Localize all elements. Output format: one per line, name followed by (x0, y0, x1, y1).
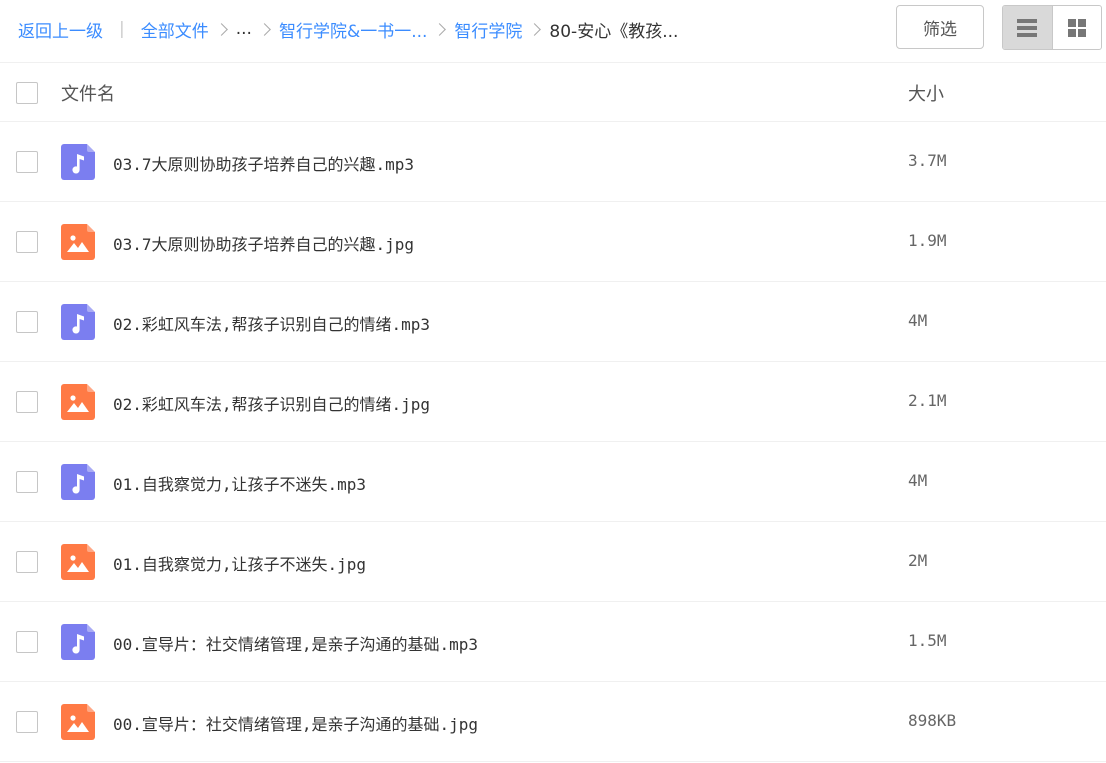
chevron-right-icon (214, 22, 228, 36)
file-size: 1.5M (908, 631, 947, 650)
table-row[interactable]: 01.自我察觉力,让孩子不迷失.mp3 4M (0, 442, 1106, 522)
breadcrumb-folder-1[interactable]: 智行学院&一书一... (279, 17, 427, 42)
row-checkbox[interactable] (16, 471, 38, 493)
audio-file-icon (61, 624, 95, 660)
file-size: 2.1M (908, 391, 947, 410)
table-row[interactable]: 02.彩虹风车法,帮孩子识别自己的情绪.jpg 2.1M (0, 362, 1106, 442)
audio-file-icon (61, 464, 95, 500)
row-checkbox[interactable] (16, 391, 38, 413)
file-name[interactable]: 03.7大原则协助孩子培养自己的兴趣.jpg (113, 231, 414, 255)
file-name[interactable]: 00.宣导片：社交情绪管理,是亲子沟通的基础.mp3 (113, 631, 478, 655)
breadcrumb-all-files[interactable]: 全部文件 (141, 17, 209, 42)
file-name[interactable]: 03.7大原则协助孩子培养自己的兴趣.mp3 (113, 151, 414, 175)
row-checkbox[interactable] (16, 231, 38, 253)
list-view-button[interactable] (1003, 6, 1053, 49)
breadcrumb: 返回上一级 | 全部文件 ... 智行学院&一书一... 智行学院 80-安心《… (18, 16, 678, 42)
file-name[interactable]: 00.宣导片：社交情绪管理,是亲子沟通的基础.jpg (113, 711, 478, 735)
list-view-icon (1017, 18, 1038, 37)
grid-view-button[interactable] (1053, 6, 1102, 49)
chevron-right-icon (258, 22, 271, 36)
row-checkbox[interactable] (16, 711, 38, 733)
chevron-right-icon (528, 22, 542, 36)
top-bar: 返回上一级 | 全部文件 ... 智行学院&一书一... 智行学院 80-安心《… (0, 0, 1106, 63)
file-size: 4M (908, 471, 928, 490)
file-size: 4M (908, 311, 928, 330)
file-size: 2M (908, 551, 928, 570)
select-all-checkbox[interactable] (16, 82, 38, 104)
row-checkbox[interactable] (16, 551, 38, 573)
image-file-icon (61, 704, 95, 740)
breadcrumb-divider: | (119, 19, 125, 39)
column-header-name[interactable]: 文件名 (61, 80, 115, 106)
filter-button[interactable]: 筛选 (896, 5, 984, 49)
column-header-size[interactable]: 大小 (908, 80, 944, 106)
row-checkbox[interactable] (16, 311, 38, 333)
row-checkbox[interactable] (16, 631, 38, 653)
file-size: 1.9M (908, 231, 947, 250)
row-checkbox[interactable] (16, 151, 38, 173)
audio-file-icon (61, 144, 95, 180)
audio-file-icon (61, 304, 95, 340)
image-file-icon (61, 224, 95, 260)
table-header: 文件名 大小 (0, 63, 1106, 122)
file-list: 03.7大原则协助孩子培养自己的兴趣.mp3 3.7M 03.7大原则协助孩子培… (0, 122, 1106, 762)
view-toggle (1002, 5, 1102, 50)
breadcrumb-folder-2[interactable]: 智行学院 (454, 17, 522, 42)
table-row[interactable]: 03.7大原则协助孩子培养自己的兴趣.jpg 1.9M (0, 202, 1106, 282)
grid-view-icon (1067, 18, 1086, 37)
file-name[interactable]: 02.彩虹风车法,帮孩子识别自己的情绪.jpg (113, 391, 430, 415)
table-row[interactable]: 01.自我察觉力,让孩子不迷失.jpg 2M (0, 522, 1106, 602)
breadcrumb-ellipsis[interactable]: ... (236, 19, 252, 39)
table-row[interactable]: 03.7大原则协助孩子培养自己的兴趣.mp3 3.7M (0, 122, 1106, 202)
file-name[interactable]: 02.彩虹风车法,帮孩子识别自己的情绪.mp3 (113, 311, 430, 335)
image-file-icon (61, 544, 95, 580)
file-name[interactable]: 01.自我察觉力,让孩子不迷失.jpg (113, 551, 366, 575)
back-link[interactable]: 返回上一级 (18, 17, 103, 42)
file-size: 898KB (908, 711, 957, 730)
table-row[interactable]: 00.宣导片：社交情绪管理,是亲子沟通的基础.jpg 898KB (0, 682, 1106, 762)
file-name[interactable]: 01.自我察觉力,让孩子不迷失.mp3 (113, 471, 366, 495)
breadcrumb-current: 80-安心《教孩... (549, 21, 679, 42)
chevron-right-icon (433, 22, 447, 36)
table-row[interactable]: 02.彩虹风车法,帮孩子识别自己的情绪.mp3 4M (0, 282, 1106, 362)
file-size: 3.7M (908, 151, 947, 170)
table-row[interactable]: 00.宣导片：社交情绪管理,是亲子沟通的基础.mp3 1.5M (0, 602, 1106, 682)
image-file-icon (61, 384, 95, 420)
